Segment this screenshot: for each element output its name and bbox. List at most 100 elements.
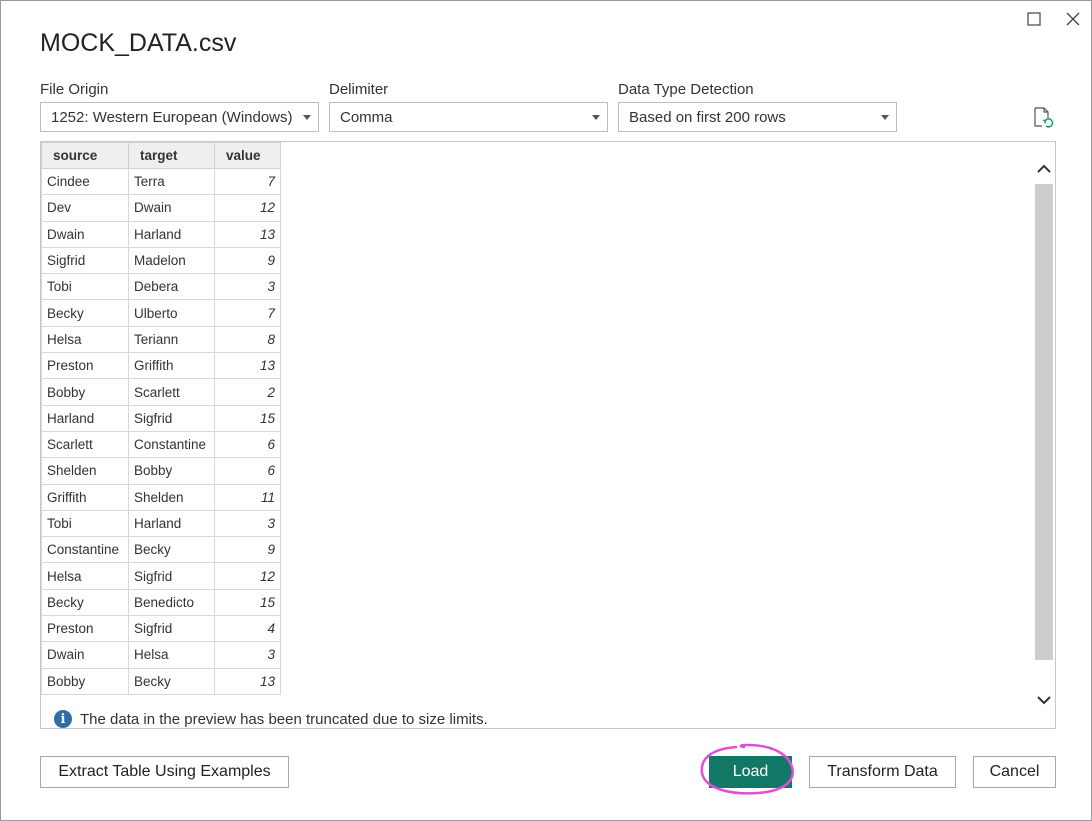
scroll-up-button[interactable] (1033, 158, 1055, 178)
target-cell: Griffith (128, 352, 215, 380)
cancel-button[interactable]: Cancel (973, 756, 1056, 788)
value-cell: 9 (214, 246, 281, 275)
value-cell: 13 (214, 220, 281, 248)
source-cell: Becky (41, 588, 129, 617)
target-cell: Becky (128, 536, 215, 564)
source-cell: Preston (41, 615, 129, 643)
scrollbar-thumb[interactable] (1035, 184, 1053, 660)
table-row: Shelden Bobby 6 (41, 457, 281, 485)
table-row: Sigfrid Madelon 9 (41, 246, 281, 275)
highlight-circle (700, 743, 794, 795)
close-button[interactable] (1061, 7, 1085, 31)
source-cell: Dwain (41, 641, 129, 669)
data-type-detection-label: Data Type Detection (618, 81, 754, 98)
value-cell: 3 (214, 273, 281, 301)
preview-table: source target value Cindee Terra 7 Dev Dwain… (41, 142, 281, 695)
source-cell: Bobby (41, 667, 129, 695)
value-cell: 3 (214, 509, 281, 538)
value-cell: 12 (214, 562, 281, 590)
scroll-down-button[interactable] (1033, 690, 1055, 710)
vertical-scrollbar[interactable] (1033, 142, 1055, 728)
extract-table-button[interactable]: Extract Table Using Examples (40, 756, 289, 788)
source-cell: Tobi (41, 509, 129, 538)
column-header[interactable]: source (41, 142, 129, 169)
source-cell: Harland (41, 404, 129, 432)
source-cell: Dwain (41, 220, 129, 248)
table-row: Preston Sigfrid 4 (41, 615, 281, 643)
chevron-up-icon (1037, 164, 1051, 173)
delimiter-label: Delimiter (329, 81, 389, 98)
chevron-down-icon (296, 114, 318, 120)
transform-data-button[interactable]: Transform Data (809, 756, 956, 788)
chevron-down-icon (874, 114, 896, 120)
target-cell: Benedicto (128, 588, 215, 617)
source-cell: Shelden (41, 457, 129, 485)
column-header[interactable]: target (128, 142, 215, 169)
refresh-button[interactable] (1032, 106, 1054, 130)
target-cell: Madelon (128, 246, 215, 275)
table-row: Bobby Scarlett 2 (41, 378, 281, 406)
source-cell: Helsa (41, 562, 129, 590)
column-header[interactable]: value (214, 142, 281, 169)
table-row: Helsa Sigfrid 12 (41, 562, 281, 590)
target-cell: Sigfrid (128, 562, 215, 590)
target-cell: Dwain (128, 194, 215, 222)
maximize-icon (1027, 12, 1041, 26)
value-cell: 2 (214, 378, 281, 406)
value-cell: 15 (214, 588, 281, 617)
source-cell: Preston (41, 352, 129, 380)
table-row: Harland Sigfrid 15 (41, 404, 281, 432)
import-dialog: MOCK_DATA.csv File Origin Delimiter Data… (0, 0, 1092, 821)
delimiter-value: Comma (340, 108, 393, 126)
source-cell: Helsa (41, 325, 129, 354)
target-cell: Debera (128, 273, 215, 301)
info-icon: i (54, 710, 72, 728)
target-cell: Sigfrid (128, 404, 215, 432)
value-cell: 13 (214, 667, 281, 695)
value-cell: 6 (214, 430, 281, 459)
maximize-button[interactable] (1022, 7, 1046, 31)
value-cell: 13 (214, 352, 281, 380)
chevron-down-icon (585, 114, 607, 120)
source-cell: Cindee (41, 167, 129, 196)
data-preview: source target value Cindee Terra 7 Dev Dwain… (40, 141, 1056, 729)
source-cell: Constantine (41, 536, 129, 564)
target-cell: Ulberto (128, 299, 215, 327)
target-cell: Bobby (128, 457, 215, 485)
value-cell: 4 (214, 615, 281, 643)
target-cell: Terra (128, 167, 215, 196)
table-row: Helsa Teriann 8 (41, 325, 281, 354)
table-row: Dwain Harland 13 (41, 220, 281, 248)
target-cell: Becky (128, 667, 215, 695)
value-cell: 9 (214, 536, 281, 564)
table-row: Preston Griffith 13 (41, 352, 281, 380)
file-origin-dropdown[interactable]: 1252: Western European (Windows) (40, 102, 319, 132)
value-cell: 15 (214, 404, 281, 432)
target-cell: Shelden (128, 483, 215, 511)
truncation-notice: i The data in the preview has been trunc… (54, 710, 488, 728)
table-row: Dwain Helsa 3 (41, 641, 281, 669)
source-cell: Sigfrid (41, 246, 129, 275)
data-type-detection-dropdown[interactable]: Based on first 200 rows (618, 102, 897, 132)
table-row: Griffith Shelden 11 (41, 483, 281, 511)
value-cell: 11 (214, 483, 281, 511)
delimiter-dropdown[interactable]: Comma (329, 102, 608, 132)
target-cell: Helsa (128, 641, 215, 669)
value-cell: 7 (214, 299, 281, 327)
table-header-row: source target value (41, 142, 281, 169)
value-cell: 6 (214, 457, 281, 485)
table-row: Constantine Becky 9 (41, 536, 281, 564)
file-origin-value: 1252: Western European (Windows) (51, 108, 293, 126)
value-cell: 3 (214, 641, 281, 669)
value-cell: 7 (214, 167, 281, 196)
table-row: Becky Benedicto 15 (41, 588, 281, 617)
close-icon (1066, 12, 1080, 26)
data-type-detection-value: Based on first 200 rows (629, 108, 786, 126)
target-cell: Constantine (128, 430, 215, 459)
source-cell: Tobi (41, 273, 129, 301)
table-row: Tobi Harland 3 (41, 509, 281, 538)
source-cell: Scarlett (41, 430, 129, 459)
table-row: Bobby Becky 13 (41, 667, 281, 695)
target-cell: Scarlett (128, 378, 215, 406)
source-cell: Becky (41, 299, 129, 327)
